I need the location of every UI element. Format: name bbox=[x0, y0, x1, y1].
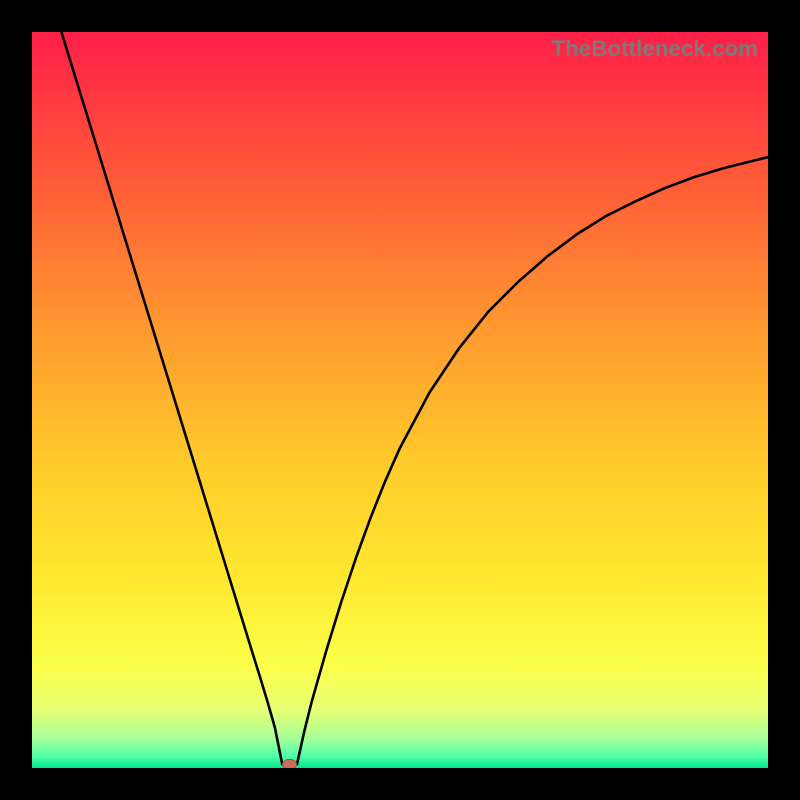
watermark-text: TheBottleneck.com bbox=[552, 36, 758, 62]
plot-area: TheBottleneck.com bbox=[32, 32, 768, 768]
minimum-marker bbox=[283, 759, 297, 768]
chart-stage: TheBottleneck.com bbox=[0, 0, 800, 800]
bottleneck-curve bbox=[32, 32, 768, 768]
